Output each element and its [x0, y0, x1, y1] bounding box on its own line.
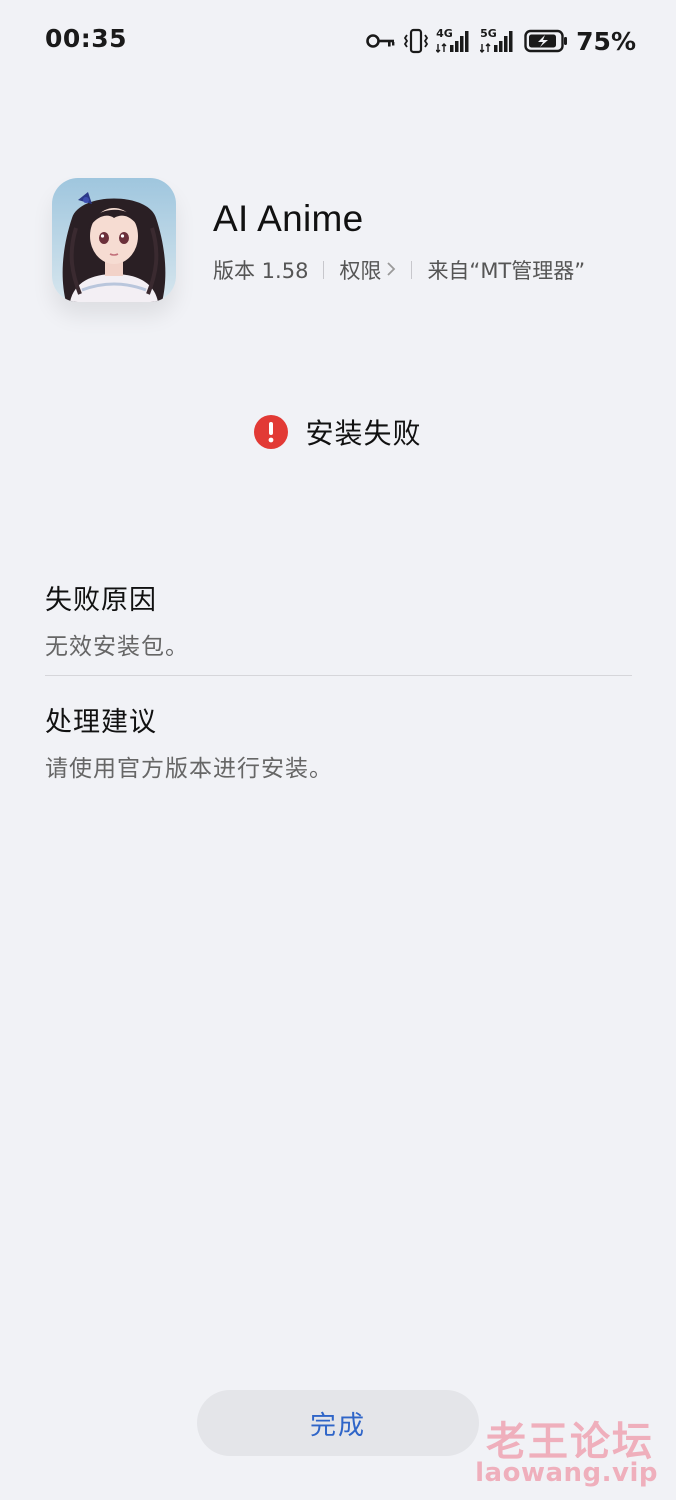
suggestion-body: 请使用官方版本进行安装。 [45, 756, 333, 782]
done-button[interactable]: 完成 [197, 1390, 479, 1456]
status-icons: 4G 5G 75% [366, 24, 636, 58]
vibrate-icon [404, 28, 429, 54]
install-status-text: 安装失败 [305, 417, 422, 450]
vpn-key-icon [366, 32, 396, 50]
permissions-label: 权限 [339, 259, 382, 283]
meta-divider [323, 261, 325, 279]
signal-4g-icon: 4G [436, 28, 472, 54]
app-icon [52, 178, 176, 302]
app-meta-row: 版本 1.58 权限 来自“MT管理器” [213, 255, 585, 285]
source-label: 来自“MT管理器” [427, 259, 586, 283]
section-divider [45, 675, 632, 676]
permissions-link[interactable]: 权限 [339, 255, 396, 285]
status-time: 00:35 [45, 24, 128, 53]
version-label: 版本 1.58 [213, 259, 309, 283]
watermark-url: laowang.vip [475, 1458, 658, 1488]
failure-reason-body: 无效安装包。 [45, 634, 189, 660]
error-icon [254, 415, 289, 449]
status-bar: 00:35 4G 5G 75% [0, 0, 676, 80]
anime-girl-app-icon [52, 178, 176, 302]
install-result: 安装失败 [0, 412, 676, 452]
chevron-right-icon [386, 258, 396, 282]
app-name: AI Anime [213, 198, 364, 239]
battery-percent: 75% [576, 26, 636, 56]
battery-charging-icon [524, 29, 568, 53]
meta-divider [411, 261, 413, 279]
failure-reason-section: 失败原因 无效安装包。 [45, 578, 632, 661]
failure-reason-title: 失败原因 [45, 585, 157, 616]
suggestion-section: 处理建议 请使用官方版本进行安装。 [45, 700, 632, 783]
suggestion-title: 处理建议 [45, 707, 157, 738]
signal-5g-icon: 5G [480, 28, 516, 54]
